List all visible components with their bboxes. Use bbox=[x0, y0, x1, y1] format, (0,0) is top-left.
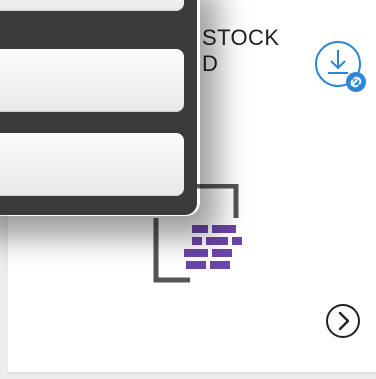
next-button[interactable] bbox=[323, 301, 363, 341]
dropdown-menu: es bbox=[0, 0, 197, 215]
menu-item-1[interactable] bbox=[0, 0, 184, 11]
menu-item-2[interactable]: es bbox=[0, 49, 184, 112]
card-title: STOCK D bbox=[202, 25, 312, 77]
download-icon bbox=[315, 41, 366, 92]
menu-item-3[interactable] bbox=[0, 133, 184, 196]
chevron-right-circle-icon bbox=[326, 304, 360, 338]
download-button[interactable] bbox=[312, 38, 370, 96]
card-title-line1: STOCK bbox=[202, 25, 280, 50]
card-title-line2: D bbox=[202, 51, 219, 76]
screen: STOCK D bbox=[0, 0, 376, 379]
